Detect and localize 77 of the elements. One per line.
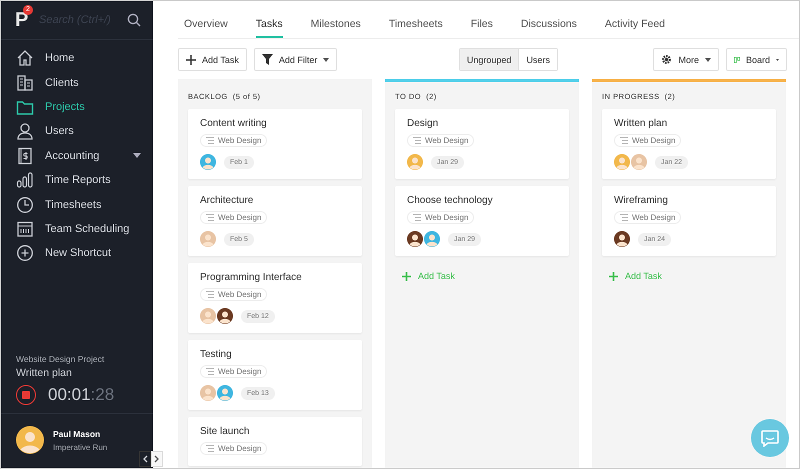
nav-item[interactable]: Time Reports [1, 168, 153, 192]
caret-icon [776, 58, 779, 62]
task-title: Architecture [200, 195, 254, 206]
house-icon [16, 49, 34, 68]
add-filter-button[interactable]: Add Filter [254, 48, 338, 71]
filter-icon [262, 54, 273, 65]
list-icon [620, 137, 628, 144]
project-name: Website Design Project [16, 354, 106, 364]
tag: Web Design [200, 365, 268, 378]
nav-item[interactable]: Clients [1, 70, 153, 95]
list-icon [206, 445, 214, 452]
tag: Web Design [407, 134, 474, 147]
user-name: Paul Mason [53, 428, 102, 438]
nav-item[interactable]: Home [1, 46, 153, 70]
task-title: Site launch [200, 426, 250, 437]
chat-icon [760, 429, 780, 447]
plus-icon [402, 272, 411, 280]
list-icon [413, 137, 421, 144]
tab[interactable]: Tasks [256, 13, 283, 38]
stop-icon [22, 391, 30, 399]
calendar-icon [16, 220, 34, 238]
nav-item[interactable]: Accounting [1, 144, 153, 168]
gear-icon [661, 54, 672, 65]
nav-item[interactable]: Users [1, 119, 153, 144]
company-name: Imperative Run [53, 442, 108, 452]
group-toggle[interactable]: Ungrouped [460, 49, 520, 70]
task-name: Written plan [16, 367, 73, 379]
timer-seconds: :28 [90, 385, 114, 405]
task-title: Content writing [200, 118, 268, 129]
task-title: Design [407, 118, 440, 129]
buildings-icon [16, 74, 34, 92]
list-icon [206, 291, 214, 298]
tag: Web Design [614, 134, 682, 147]
plus-icon [609, 272, 618, 280]
list-icon [206, 368, 214, 375]
tag: Web Design [200, 288, 268, 301]
list-icon [206, 137, 214, 144]
caret-icon [704, 58, 711, 62]
nav-item[interactable]: Team Scheduling [1, 216, 153, 242]
tab[interactable]: Milestones [310, 13, 361, 38]
tab[interactable]: Timesheets [388, 13, 443, 38]
tag: Web Design [200, 211, 268, 224]
tag: Web Design [614, 211, 682, 224]
plus-icon [186, 54, 196, 64]
board-view-button[interactable]: Board [726, 48, 787, 71]
add-task-button[interactable]: Add Task [178, 48, 247, 71]
search-icon [127, 13, 141, 27]
bar-chart-icon [16, 171, 34, 190]
tab[interactable]: Overview [184, 13, 228, 38]
task-title: Written plan [614, 118, 668, 129]
chevron-right-icon [151, 451, 163, 467]
task-card[interactable]: Site launch Web Design [188, 417, 362, 466]
caret-icon [323, 58, 330, 62]
task-title: Testing [200, 349, 233, 360]
tab[interactable]: Activity Feed [604, 13, 666, 38]
tab[interactable]: Files [470, 13, 493, 38]
person-icon [16, 122, 34, 140]
list-icon [206, 214, 214, 221]
task-title: Programming Interface [200, 272, 303, 283]
task-title: Choose technology [407, 195, 494, 206]
nav-item[interactable]: Projects [1, 94, 153, 120]
tag: Web Design [200, 442, 268, 455]
stop-button[interactable] [16, 385, 36, 405]
clock-icon [16, 196, 34, 214]
task-title: Wireframing [614, 195, 669, 206]
tag: Web Design [407, 211, 474, 224]
tab[interactable]: Discussions [520, 13, 577, 38]
nav-item[interactable]: Timesheets [1, 192, 153, 217]
list-icon [413, 214, 421, 221]
ledger-icon [16, 146, 34, 165]
timer-time: 00:01 [48, 385, 91, 405]
add-circle-icon [16, 244, 34, 262]
list-icon [620, 214, 628, 221]
more-button[interactable]: More [653, 48, 719, 71]
tag: Web Design [200, 134, 268, 147]
avatar [16, 426, 44, 454]
nav-item[interactable]: New Shortcut [1, 241, 153, 266]
